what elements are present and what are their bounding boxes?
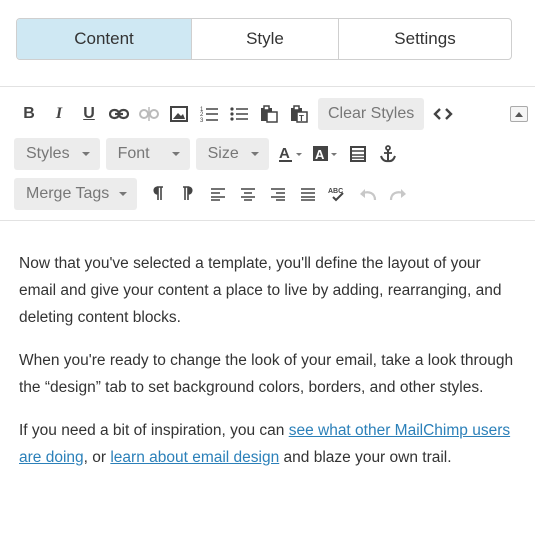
font-dropdown[interactable]: Font xyxy=(105,138,190,170)
spellcheck-icon[interactable]: ABC xyxy=(323,178,353,210)
clear-styles-button[interactable]: Clear Styles xyxy=(318,98,425,130)
redo-icon[interactable] xyxy=(383,178,413,210)
chevron-down-icon xyxy=(171,152,180,156)
svg-text:A: A xyxy=(279,145,290,162)
divider-bottom xyxy=(0,220,535,221)
chevron-down-icon xyxy=(250,152,259,156)
divider-top xyxy=(0,86,535,87)
paragraph-3-text-c: and blaze your own trail. xyxy=(279,449,452,466)
chevron-down-icon xyxy=(81,152,90,156)
merge-tags-dropdown[interactable]: Merge Tags xyxy=(14,178,138,210)
paste-icon[interactable] xyxy=(254,98,284,130)
align-left-icon[interactable] xyxy=(203,178,233,210)
italic-button[interactable]: I xyxy=(44,98,74,130)
undo-icon[interactable] xyxy=(353,178,383,210)
paragraph-3-text-b: , or xyxy=(83,449,111,466)
svg-text:T: T xyxy=(299,114,304,123)
paste-text-icon[interactable]: T xyxy=(284,98,314,130)
size-dropdown[interactable]: Size xyxy=(195,138,269,170)
tab-settings[interactable]: Settings xyxy=(339,19,511,59)
rtl-icon[interactable] xyxy=(173,178,203,210)
anchor-icon[interactable] xyxy=(373,138,403,170)
ordered-list-icon[interactable]: 123 xyxy=(194,98,224,130)
bold-button[interactable]: B xyxy=(14,98,44,130)
unlink-icon[interactable] xyxy=(134,98,164,130)
editor-content[interactable]: Now that you've selected a template, you… xyxy=(19,250,515,487)
chevron-down-icon xyxy=(119,192,128,196)
align-justify-icon[interactable] xyxy=(293,178,323,210)
paragraph-1: Now that you've selected a template, you… xyxy=(19,255,502,326)
email-design-link[interactable]: learn about email design xyxy=(110,449,279,466)
code-icon[interactable] xyxy=(428,98,458,130)
toolbar-row-2: Styles Font Size A A xyxy=(14,138,403,170)
align-right-icon[interactable] xyxy=(263,178,293,210)
paragraph-3-text-a: If you need a bit of inspiration, you ca… xyxy=(19,422,289,439)
tab-style[interactable]: Style xyxy=(192,19,339,59)
background-color-icon[interactable]: A xyxy=(309,138,343,170)
toolbar-row-1: B I U 123 T Clear Styles xyxy=(14,98,458,130)
font-dropdown-label: Font xyxy=(117,145,150,162)
text-color-icon[interactable]: A xyxy=(275,138,309,170)
size-dropdown-label: Size xyxy=(207,145,239,162)
link-icon[interactable] xyxy=(104,98,134,130)
underline-button[interactable]: U xyxy=(74,98,104,130)
unordered-list-icon[interactable] xyxy=(224,98,254,130)
svg-text:3: 3 xyxy=(200,118,204,123)
image-icon[interactable] xyxy=(164,98,194,130)
merge-tags-label: Merge Tags xyxy=(26,185,110,202)
align-center-icon[interactable] xyxy=(233,178,263,210)
styles-dropdown-label: Styles xyxy=(26,145,70,162)
tab-content[interactable]: Content xyxy=(17,19,192,59)
collapse-toggle-icon[interactable] xyxy=(510,106,528,122)
ltr-icon[interactable] xyxy=(143,178,173,210)
toolbar-row-3: Merge Tags ABC xyxy=(14,178,413,210)
paragraph-3: If you need a bit of inspiration, you ca… xyxy=(19,417,515,471)
paragraph-2: When you're ready to change the look of … xyxy=(19,352,514,396)
styles-dropdown[interactable]: Styles xyxy=(14,138,100,170)
table-icon[interactable] xyxy=(343,138,373,170)
editor-tabs: Content Style Settings xyxy=(16,18,512,60)
svg-text:A: A xyxy=(315,147,325,162)
